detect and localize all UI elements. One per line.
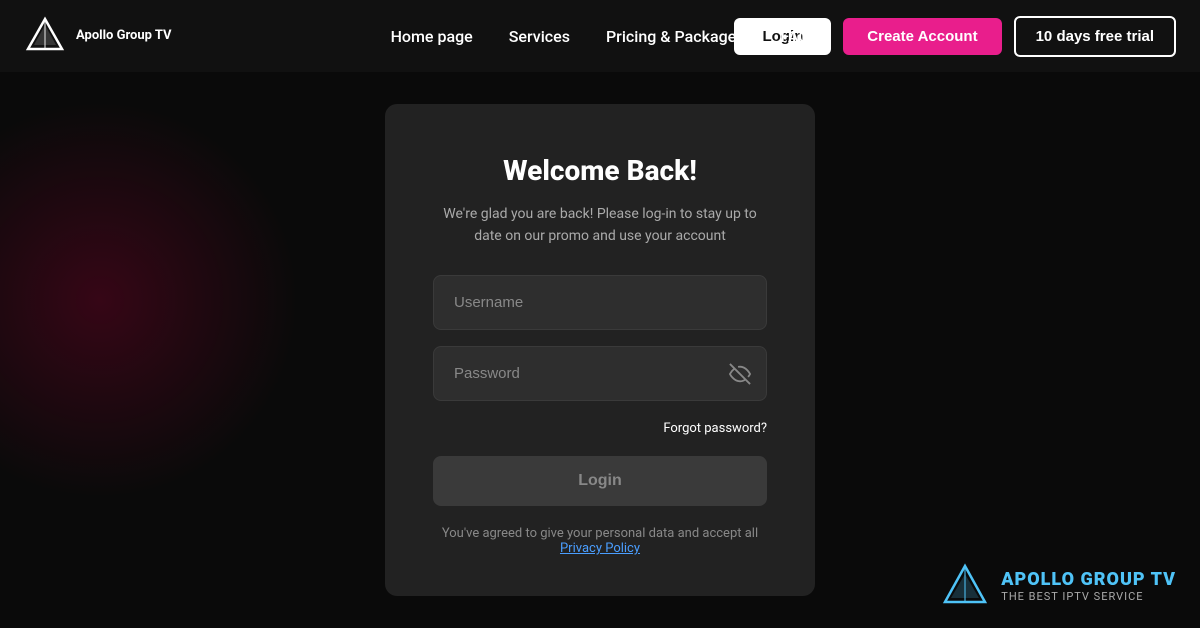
logo-icon: [24, 15, 66, 57]
nav-pricing[interactable]: Pricing & Packages: [606, 27, 745, 46]
main-content: Welcome Back! We're glad you are back! P…: [0, 72, 1200, 628]
nav-services[interactable]: Services: [509, 27, 570, 46]
username-group: [433, 275, 767, 330]
nav-faq[interactable]: FAQ: [780, 27, 809, 46]
watermark-logo-icon: [941, 562, 989, 610]
brand-watermark: APOLLO GROUP TV THE BEST IPTV SERVICE: [941, 562, 1176, 610]
navbar: Apollo Group TV Home page Services Prici…: [0, 0, 1200, 72]
password-input[interactable]: [433, 346, 767, 401]
login-card: Welcome Back! We're glad you are back! P…: [385, 104, 815, 597]
login-submit-button[interactable]: Login: [433, 456, 767, 506]
logo-text: Apollo Group TV: [76, 28, 172, 45]
card-subtitle: We're glad you are back! Please log-in t…: [433, 203, 767, 248]
eye-off-icon: [729, 363, 751, 385]
privacy-policy-link[interactable]: Privacy Policy: [560, 541, 640, 556]
privacy-notice: You've agreed to give your personal data…: [433, 526, 767, 556]
forgot-password-link[interactable]: Forgot password?: [433, 417, 767, 436]
watermark-text: APOLLO GROUP TV THE BEST IPTV SERVICE: [1001, 569, 1176, 604]
logo[interactable]: Apollo Group TV: [24, 15, 172, 57]
username-input[interactable]: [433, 275, 767, 330]
toggle-password-button[interactable]: [729, 363, 751, 385]
trial-button[interactable]: 10 days free trial: [1014, 16, 1176, 57]
watermark-tagline: THE BEST IPTV SERVICE: [1001, 590, 1176, 603]
nav-home[interactable]: Home page: [391, 27, 473, 46]
create-account-button[interactable]: Create Account: [843, 18, 1001, 55]
forgot-link[interactable]: Forgot password?: [663, 421, 767, 436]
card-title: Welcome Back!: [433, 154, 767, 187]
main-nav: Home page Services Pricing & Packages FA…: [391, 27, 810, 46]
password-group: [433, 346, 767, 401]
watermark-name: APOLLO GROUP TV: [1001, 569, 1176, 591]
